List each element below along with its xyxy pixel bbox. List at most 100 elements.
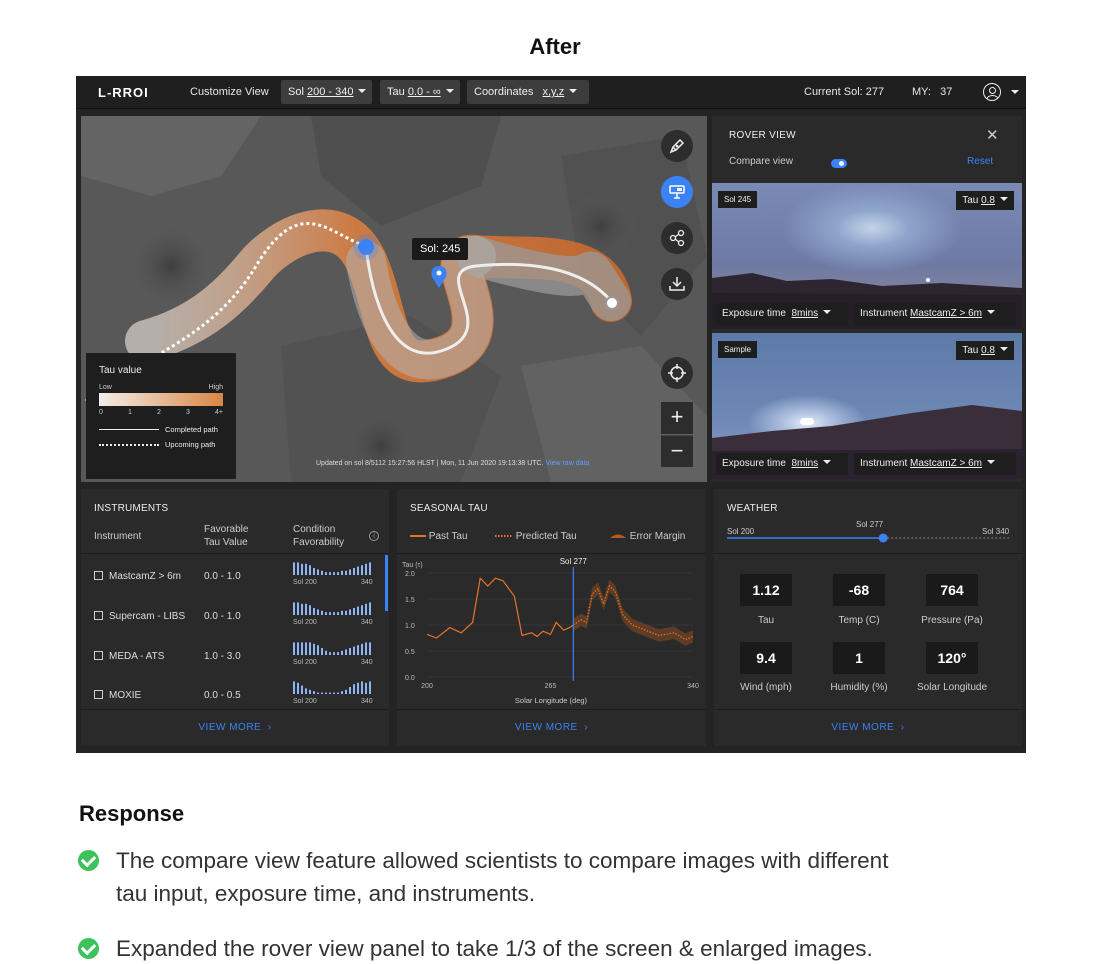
sparkline-bar — [313, 568, 315, 575]
instrument-row[interactable]: MOXIE — [94, 690, 141, 701]
rover-image-sample: Sample Tau 0.8 Exposure time 8mins Instr… — [712, 333, 1022, 479]
sparkline-bar — [293, 602, 295, 615]
legend-past-tau: Past Tau — [410, 531, 468, 542]
sol-tooltip: Sol: 245 — [412, 238, 469, 260]
seasonal-tau-title: SEASONAL TAU — [410, 503, 488, 514]
sparkline-bar — [317, 609, 319, 615]
checkbox[interactable] — [94, 611, 103, 620]
tau-value: 0.0 - ∞ — [407, 86, 441, 98]
exposure-dropdown[interactable]: Exposure time 8mins — [716, 453, 848, 475]
checkbox[interactable] — [94, 690, 103, 699]
download-icon — [669, 277, 685, 291]
scrollbar[interactable] — [385, 555, 388, 611]
instrument-dropdown[interactable]: Instrument MastcamZ > 6m — [854, 303, 1016, 325]
y-tick-label: 1.5 — [405, 597, 415, 604]
map-view[interactable]: Sol: 245 + − Tau value Low High 0 1 2 3 — [81, 116, 707, 482]
tau-value: 0.8 — [981, 345, 995, 356]
sparkline-bar — [337, 612, 339, 615]
seasonal-tau-view-more[interactable]: VIEW MORE › — [397, 709, 706, 746]
checkbox[interactable] — [94, 571, 103, 580]
weather-title: WEATHER — [727, 503, 778, 514]
instrument-name: Supercam - LIBS — [109, 611, 186, 622]
y-tick-label: 0.0 — [405, 675, 415, 682]
chevron-down-icon[interactable] — [1011, 90, 1019, 94]
pen-icon — [669, 138, 685, 154]
mars-year-label: MY: — [912, 86, 931, 98]
sparkline-bar — [333, 692, 335, 694]
sparkline-bar — [293, 642, 295, 655]
sparkline-bar — [353, 646, 355, 655]
slider-handle[interactable] — [878, 533, 888, 543]
checkbox[interactable] — [94, 651, 103, 660]
tau-dropdown[interactable]: Tau 0.8 — [956, 341, 1014, 360]
reset-button[interactable]: Reset — [967, 156, 993, 167]
sparkline-bar — [349, 687, 351, 694]
coordinates-dropdown[interactable]: Coordinates x,y,z — [467, 80, 589, 104]
sparkline-bar — [341, 691, 343, 694]
compare-view-toggle[interactable] — [831, 159, 847, 168]
chevron-right-icon: › — [900, 722, 905, 733]
sol-slider[interactable] — [727, 532, 1011, 544]
instruments-view-more[interactable]: VIEW MORE › — [81, 709, 389, 746]
exposure-dropdown[interactable]: Exposure time 8mins — [716, 303, 848, 325]
tau-dropdown[interactable]: Tau 0.8 — [956, 191, 1014, 210]
sparkline-bar — [365, 682, 367, 694]
legend-completed: Completed path — [165, 425, 218, 434]
chevron-down-icon — [823, 310, 832, 314]
tau-range: 0.0 - 1.0 — [204, 611, 241, 622]
sparkline-bar — [369, 562, 371, 575]
x-tick-label: 265 — [545, 683, 557, 690]
instrument-name: MastcamZ > 6m — [109, 571, 181, 582]
sparkline-bar — [353, 608, 355, 615]
share-button[interactable] — [661, 222, 693, 254]
sparkline-bar — [349, 648, 351, 655]
col-tau: Favorable Tau Value — [204, 523, 248, 549]
user-avatar-icon[interactable] — [983, 83, 1001, 101]
sparkline-from: Sol 200 — [293, 619, 317, 626]
current-sol: Current Sol: 277 — [804, 86, 884, 98]
sparkline-bar — [293, 681, 295, 694]
download-button[interactable] — [661, 268, 693, 300]
legend-title: Tau value — [99, 365, 142, 376]
sparkline-bar — [305, 563, 307, 575]
instrument-row[interactable]: Supercam - LIBS — [94, 611, 185, 622]
customize-view-link[interactable]: Customize View — [190, 86, 269, 98]
instrument-dropdown[interactable]: Instrument MastcamZ > 6m — [854, 453, 1016, 475]
col-cond-line: Condition — [293, 524, 336, 535]
pen-tool-button[interactable] — [661, 130, 693, 162]
zoom-out-button[interactable]: − — [661, 435, 693, 467]
info-icon[interactable]: i — [369, 531, 379, 541]
raw-data-link[interactable]: View raw data — [545, 460, 589, 467]
sparkline-bar — [325, 612, 327, 615]
sparkline-to: 340 — [361, 579, 373, 586]
sparkline-bar — [297, 642, 299, 655]
weather-view-more[interactable]: VIEW MORE › — [714, 709, 1022, 746]
sparkline-from: Sol 200 — [293, 579, 317, 586]
close-icon[interactable]: ✕ — [986, 126, 999, 144]
sparkline-bar — [309, 605, 311, 615]
instrument-row[interactable]: MEDA - ATS — [94, 651, 164, 662]
sparkline-bar — [357, 566, 359, 575]
recenter-button[interactable] — [661, 357, 693, 389]
instruments-panel: INSTRUMENTS Instrument Favorable Tau Valu… — [81, 489, 389, 746]
rover-camera-button[interactable] — [661, 176, 693, 208]
sparkline-bar — [309, 642, 311, 655]
tau-range-dropdown[interactable]: Tau 0.0 - ∞ — [380, 80, 460, 104]
sparkline-bar — [341, 650, 343, 655]
zoom-in-button[interactable]: + — [661, 402, 693, 434]
mars-year: MY: 37 — [912, 86, 952, 98]
instruments-title: INSTRUMENTS — [94, 503, 169, 514]
check-circle-icon — [78, 938, 99, 959]
col-tau-line: Tau Value — [204, 537, 248, 548]
error-margin-band — [573, 579, 693, 646]
sparkline-bar — [353, 568, 355, 575]
coordinates-label: Coordinates — [474, 86, 534, 98]
sol-range-dropdown[interactable]: Sol 200 - 340 — [281, 80, 372, 104]
legend-label: Predicted Tau — [515, 531, 577, 542]
col-condition: Condition Favorability — [293, 523, 344, 549]
dotted-swatch — [495, 535, 513, 537]
sun-disc — [800, 418, 814, 425]
instrument-row[interactable]: MastcamZ > 6m — [94, 571, 181, 582]
response-heading: Response — [79, 801, 185, 826]
sol-value: 200 - 340 — [306, 86, 354, 98]
